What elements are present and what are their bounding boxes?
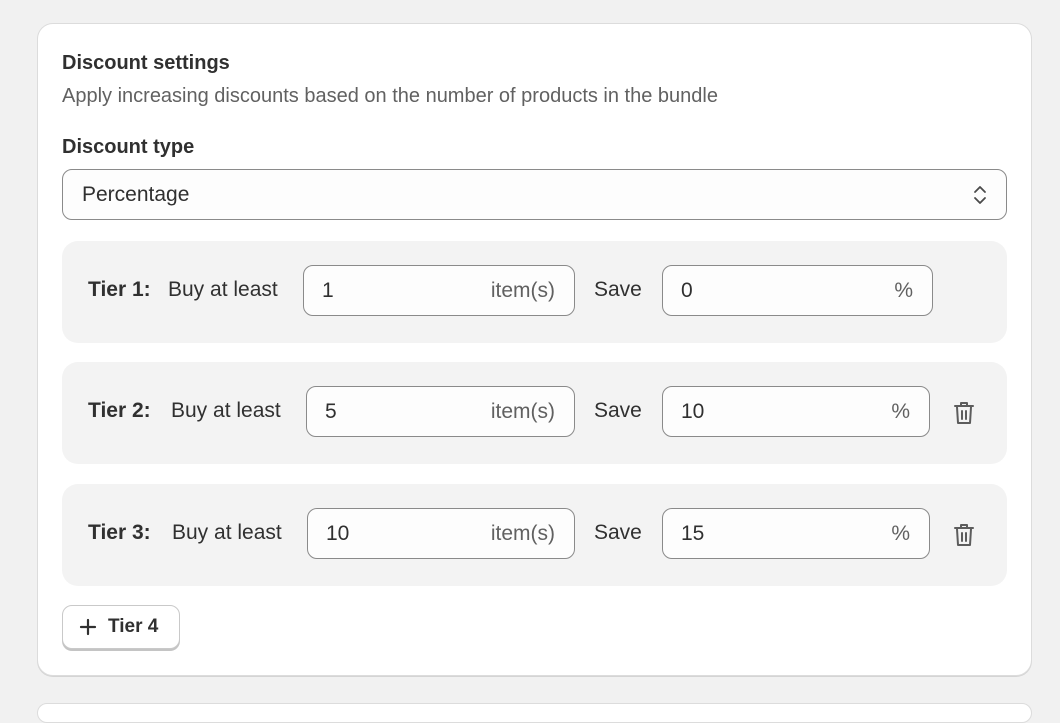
quantity-input[interactable] bbox=[326, 521, 446, 547]
tier-label: Tier 3: bbox=[88, 521, 151, 544]
tier-row-3: Tier 3: Buy at least item(s) Save % bbox=[62, 484, 1007, 586]
quantity-input[interactable] bbox=[322, 278, 442, 304]
discount-input[interactable] bbox=[681, 278, 801, 304]
discount-type-select[interactable]: Percentage bbox=[62, 169, 1007, 220]
next-card bbox=[37, 703, 1032, 723]
discount-field: % bbox=[662, 386, 930, 437]
discount-input[interactable] bbox=[681, 521, 801, 547]
buy-at-least-label: Buy at least bbox=[172, 521, 282, 544]
percent-suffix: % bbox=[894, 279, 913, 302]
section-subtitle: Apply increasing discounts based on the … bbox=[62, 85, 718, 107]
quantity-field: item(s) bbox=[303, 265, 575, 316]
quantity-field: item(s) bbox=[307, 508, 575, 559]
quantity-field: item(s) bbox=[306, 386, 575, 437]
discount-type-label: Discount type bbox=[62, 136, 195, 158]
quantity-suffix: item(s) bbox=[490, 400, 555, 423]
save-label: Save bbox=[594, 278, 642, 301]
chevron-up-down-icon bbox=[974, 186, 986, 204]
save-label: Save bbox=[594, 399, 642, 422]
quantity-suffix: item(s) bbox=[490, 279, 555, 302]
add-tier-label: Tier 4 bbox=[108, 616, 159, 637]
quantity-input[interactable] bbox=[325, 399, 445, 425]
buy-at-least-label: Buy at least bbox=[171, 399, 281, 422]
tier-label: Tier 2: bbox=[88, 399, 151, 422]
discount-field: % bbox=[662, 265, 933, 316]
discount-settings-card: Discount settings Apply increasing disco… bbox=[37, 23, 1032, 676]
discount-input[interactable] bbox=[681, 399, 801, 425]
trash-icon[interactable] bbox=[953, 522, 975, 548]
tier-label: Tier 1: bbox=[88, 278, 151, 301]
section-title: Discount settings bbox=[62, 52, 230, 74]
buy-at-least-label: Buy at least bbox=[168, 278, 278, 301]
tier-row-2: Tier 2: Buy at least item(s) Save % bbox=[62, 362, 1007, 464]
discount-type-value: Percentage bbox=[82, 182, 190, 206]
quantity-suffix: item(s) bbox=[490, 522, 555, 545]
add-tier-button[interactable]: Tier 4 bbox=[62, 605, 180, 649]
tier-row-1: Tier 1: Buy at least item(s) Save % bbox=[62, 241, 1007, 343]
discount-field: % bbox=[662, 508, 930, 559]
percent-suffix: % bbox=[891, 400, 910, 423]
percent-suffix: % bbox=[891, 522, 910, 545]
plus-icon bbox=[79, 618, 97, 636]
save-label: Save bbox=[594, 521, 642, 544]
trash-icon[interactable] bbox=[953, 400, 975, 426]
